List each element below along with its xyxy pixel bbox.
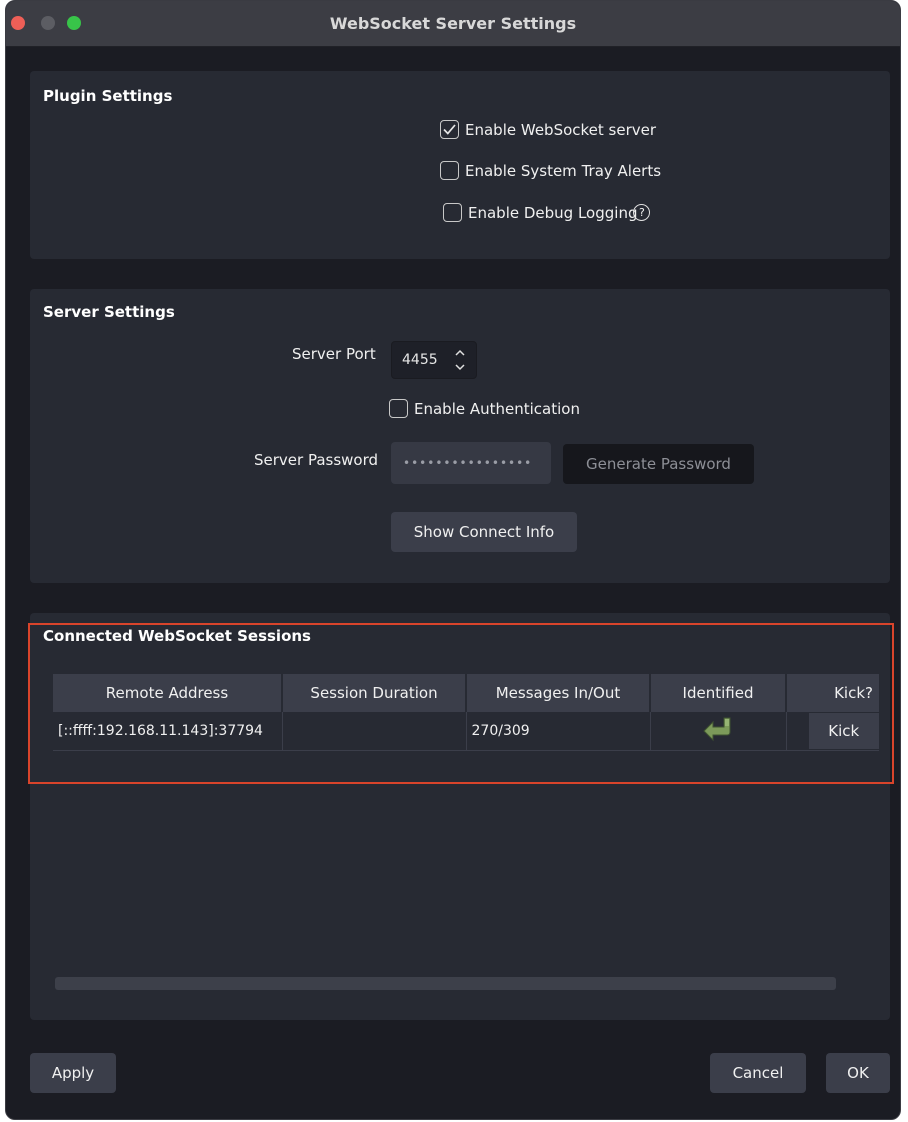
session-duration-cell (282, 712, 467, 751)
title-bar: WebSocket Server Settings (6, 1, 900, 47)
kick-button[interactable]: Kick (808, 712, 879, 749)
spin-arrows-icon[interactable] (454, 347, 466, 373)
column-header-session-duration[interactable]: Session Duration (282, 674, 467, 712)
close-window-button[interactable] (11, 16, 25, 30)
server-password-field[interactable]: •••••••••••••••• (391, 442, 551, 484)
remote-address-cell: [::ffff:192.168.11.143]:37794 (53, 712, 283, 751)
enable-authentication-checkbox[interactable]: Enable Authentication (389, 399, 580, 418)
checkbox-unchecked-icon (443, 203, 462, 222)
messages-cell: 270/309 (466, 712, 651, 751)
apply-label: Apply (51, 1064, 95, 1082)
table-header-row: Remote Address Session Duration Messages… (53, 674, 879, 712)
server-password-value: •••••••••••••••• (403, 456, 533, 470)
enable-websocket-server-label: Enable WebSocket server (465, 120, 657, 139)
return-arrow-icon (703, 717, 731, 741)
plugin-settings-title: Plugin Settings (43, 87, 173, 105)
cancel-button[interactable]: Cancel (710, 1053, 806, 1093)
server-port-label: Server Port (292, 345, 376, 363)
column-header-messages[interactable]: Messages In/Out (466, 674, 651, 712)
server-port-spinbox[interactable]: 4455 (391, 341, 477, 379)
horizontal-scrollbar[interactable] (55, 977, 836, 990)
show-connect-info-button[interactable]: Show Connect Info (391, 512, 577, 552)
kick-label: Kick (828, 721, 860, 740)
generate-password-button[interactable]: Generate Password (563, 444, 754, 484)
checkbox-unchecked-icon (440, 161, 459, 180)
enable-tray-alerts-label: Enable System Tray Alerts (465, 161, 662, 180)
sessions-title: Connected WebSocket Sessions (43, 627, 311, 645)
column-header-kick[interactable]: Kick? (786, 674, 879, 712)
cancel-label: Cancel (732, 1064, 784, 1082)
identified-cell (650, 712, 787, 751)
ok-label: OK (847, 1064, 869, 1082)
server-settings-panel: Server Settings Server Port 4455 Enable … (30, 289, 890, 583)
server-settings-title: Server Settings (43, 303, 175, 321)
enable-authentication-label: Enable Authentication (414, 399, 580, 418)
apply-button[interactable]: Apply (30, 1053, 116, 1093)
enable-tray-alerts-checkbox[interactable]: Enable System Tray Alerts (440, 161, 661, 180)
table-row: [::ffff:192.168.11.143]:37794 270/309 Ki… (53, 712, 879, 751)
checkbox-checked-icon (440, 120, 459, 139)
minimize-window-button[interactable] (41, 16, 55, 30)
column-header-remote-address[interactable]: Remote Address (53, 674, 283, 712)
show-connect-info-label: Show Connect Info (413, 523, 555, 541)
checkbox-unchecked-icon (389, 399, 408, 418)
enable-debug-logging-checkbox[interactable]: Enable Debug Logging ? (443, 203, 651, 222)
server-port-value: 4455 (402, 352, 438, 368)
sessions-table: Remote Address Session Duration Messages… (53, 674, 879, 751)
settings-window: WebSocket Server Settings Plugin Setting… (5, 0, 901, 1120)
column-header-identified[interactable]: Identified (650, 674, 787, 712)
plugin-settings-panel: Plugin Settings Enable WebSocket server … (30, 71, 890, 259)
window-title: WebSocket Server Settings (329, 14, 577, 33)
server-password-label: Server Password (254, 451, 379, 469)
enable-debug-logging-label: Enable Debug Logging (468, 203, 638, 222)
zoom-window-button[interactable] (67, 16, 81, 30)
ok-button[interactable]: OK (826, 1053, 890, 1093)
help-icon[interactable]: ? (633, 204, 651, 221)
kick-cell: Kick (786, 712, 879, 751)
generate-password-label: Generate Password (586, 455, 731, 473)
enable-websocket-server-checkbox[interactable]: Enable WebSocket server (440, 120, 656, 139)
